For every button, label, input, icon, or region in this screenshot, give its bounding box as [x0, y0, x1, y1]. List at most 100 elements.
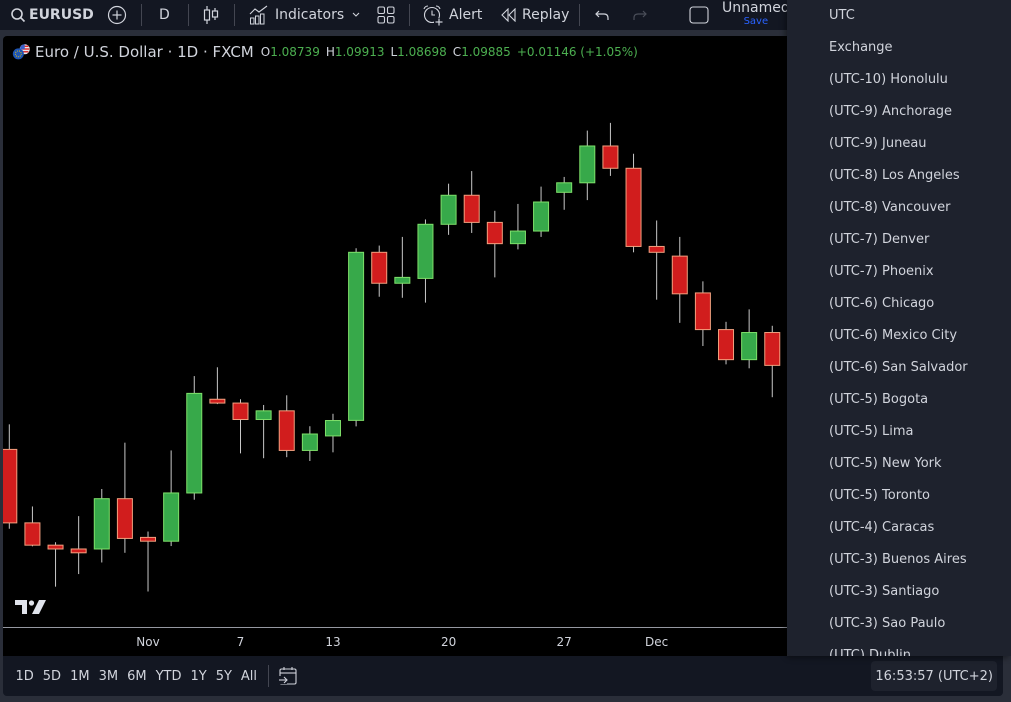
- candle[interactable]: [70, 516, 87, 575]
- candle[interactable]: [694, 281, 711, 347]
- chart-pane[interactable]: Euro / U.S. Dollar · 1D · FXCM O 1.08739…: [3, 36, 787, 656]
- goto-date-calendar-icon[interactable]: [277, 665, 299, 687]
- candle[interactable]: [186, 376, 203, 500]
- timezone-option[interactable]: (UTC-5) New York: [787, 448, 1011, 480]
- timezone-option[interactable]: (UTC-10) Honolulu: [787, 64, 1011, 96]
- candle-body-up: [509, 230, 526, 245]
- candle[interactable]: [741, 309, 758, 369]
- timezone-option[interactable]: UTC: [787, 0, 1011, 32]
- candle[interactable]: [371, 245, 388, 297]
- timezone-option[interactable]: Exchange: [787, 32, 1011, 64]
- candle[interactable]: [93, 489, 110, 563]
- candle[interactable]: [579, 130, 596, 201]
- candle[interactable]: [140, 531, 157, 592]
- chart-type-button[interactable]: [202, 0, 220, 30]
- candle[interactable]: [625, 153, 642, 253]
- candle-body-up: [301, 433, 318, 451]
- timezone-option[interactable]: (UTC-5) Lima: [787, 416, 1011, 448]
- timezone-option[interactable]: (UTC-8) Vancouver: [787, 192, 1011, 224]
- timezone-option[interactable]: (UTC-9) Anchorage: [787, 96, 1011, 128]
- undo-button[interactable]: [594, 0, 610, 30]
- range-button-1d[interactable]: 1D: [11, 669, 38, 684]
- candle-body-down: [486, 221, 503, 245]
- candle[interactable]: [486, 210, 503, 278]
- timezone-option[interactable]: (UTC-3) Sao Paulo: [787, 608, 1011, 640]
- candle[interactable]: [671, 236, 688, 323]
- candle[interactable]: [440, 183, 457, 235]
- candle[interactable]: [116, 442, 133, 553]
- candle[interactable]: [556, 176, 573, 210]
- timezone-option[interactable]: (UTC-6) San Salvador: [787, 352, 1011, 384]
- app: EURUSD D Indicators Alert Replay Unnamed…: [0, 0, 1011, 702]
- tradingview-logo-icon[interactable]: [15, 599, 47, 615]
- timezone-option[interactable]: (UTC-6) Chicago: [787, 288, 1011, 320]
- range-button-6m[interactable]: 6M: [123, 669, 152, 684]
- candle-body-down: [602, 145, 619, 169]
- candle[interactable]: [602, 122, 619, 176]
- layout-name-button[interactable]: Unnamed Save: [722, 1, 790, 28]
- candle[interactable]: [509, 203, 526, 250]
- range-button-1y[interactable]: 1Y: [186, 669, 211, 684]
- timezone-clock-button[interactable]: 16:53:57 (UTC+2): [871, 661, 997, 691]
- alert-button[interactable]: Alert: [422, 0, 482, 30]
- candle[interactable]: [324, 413, 341, 453]
- candle[interactable]: [163, 450, 180, 547]
- layout-select-checkbox[interactable]: [689, 0, 709, 30]
- interval-button[interactable]: D: [159, 0, 170, 30]
- candle[interactable]: [278, 395, 295, 458]
- redo-icon: [633, 10, 647, 20]
- candle[interactable]: [394, 236, 411, 298]
- replay-rewind-icon: [501, 8, 516, 22]
- indicators-dropdown-button[interactable]: [351, 0, 361, 30]
- timezone-option[interactable]: (UTC-7) Denver: [787, 224, 1011, 256]
- candle-body-down: [209, 398, 226, 404]
- symbol-search-button[interactable]: EURUSD: [10, 0, 94, 30]
- candle[interactable]: [764, 325, 781, 398]
- range-button-5d[interactable]: 5D: [38, 669, 65, 684]
- timezone-option[interactable]: (UTC-5) Bogota: [787, 384, 1011, 416]
- candle[interactable]: [417, 219, 434, 303]
- high-key: H: [325, 45, 335, 59]
- range-button-3m[interactable]: 3M: [94, 669, 123, 684]
- timezone-option[interactable]: (UTC-8) Los Angeles: [787, 160, 1011, 192]
- candle[interactable]: [348, 248, 365, 427]
- timezone-option[interactable]: (UTC-6) Mexico City: [787, 320, 1011, 352]
- open-key: O: [260, 45, 271, 59]
- candle[interactable]: [533, 186, 550, 237]
- symbol-title[interactable]: Euro / U.S. Dollar · 1D · FXCM: [35, 43, 254, 61]
- indicators-button[interactable]: Indicators: [249, 0, 344, 30]
- layout-grid-button[interactable]: [377, 0, 395, 30]
- timezone-dropdown-menu[interactable]: UTC Exchange (UTC-10) Honolulu (UTC-9) Anch…: [787, 0, 1011, 656]
- timezone-option[interactable]: (UTC-5) Toronto: [787, 480, 1011, 512]
- candle[interactable]: [3, 424, 18, 529]
- candle-body-up: [533, 201, 550, 232]
- timezone-option[interactable]: (UTC-3) Buenos Aires: [787, 544, 1011, 576]
- candle[interactable]: [301, 426, 318, 461]
- candle[interactable]: [24, 506, 41, 547]
- range-button-5y[interactable]: 5Y: [211, 669, 236, 684]
- compare-add-symbol-button[interactable]: [107, 0, 127, 30]
- candle[interactable]: [209, 367, 226, 405]
- redo-button[interactable]: [632, 0, 648, 30]
- timezone-option[interactable]: (UTC-4) Caracas: [787, 512, 1011, 544]
- candle[interactable]: [255, 404, 272, 459]
- candle[interactable]: [718, 321, 735, 365]
- timezone-option[interactable]: (UTC) Dublin: [787, 640, 1011, 656]
- timezone-option[interactable]: (UTC-3) Santiago: [787, 576, 1011, 608]
- time-axis[interactable]: Nov 7 13 20 27 Dec: [3, 627, 787, 656]
- plus-circle-icon: [107, 5, 127, 25]
- save-link[interactable]: Save: [722, 16, 790, 28]
- candle[interactable]: [232, 399, 249, 454]
- range-button-1m[interactable]: 1M: [66, 669, 95, 684]
- candle[interactable]: [463, 171, 480, 233]
- timezone-option[interactable]: (UTC-7) Phoenix: [787, 256, 1011, 288]
- range-button-ytd[interactable]: YTD: [151, 669, 186, 684]
- candle[interactable]: [648, 220, 665, 300]
- range-button-all[interactable]: All: [236, 669, 261, 684]
- interval-label: D: [159, 7, 170, 23]
- candle-body-down: [3, 448, 18, 524]
- replay-button[interactable]: Replay: [501, 0, 569, 30]
- timezone-option[interactable]: (UTC-9) Juneau: [787, 128, 1011, 160]
- symbol-label: EURUSD: [29, 7, 94, 23]
- candle[interactable]: [47, 542, 64, 587]
